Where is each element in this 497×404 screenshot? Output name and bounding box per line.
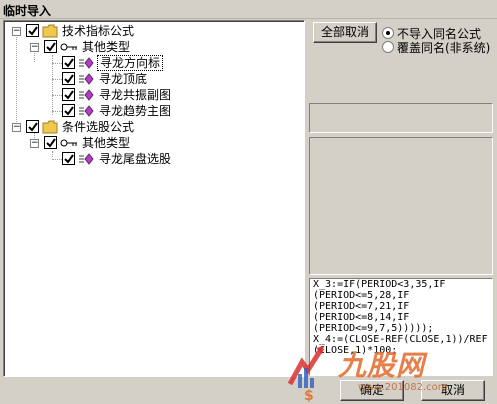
- check-icon: [28, 26, 38, 36]
- formula-icon: [79, 73, 94, 85]
- deselect-all-button[interactable]: 全部取消: [313, 22, 377, 43]
- collapse-icon[interactable]: −: [30, 139, 39, 148]
- tree-node-label: 寻龙共振副图: [99, 88, 172, 102]
- tree-node-formula[interactable]: 寻龙共振副图: [4, 87, 304, 104]
- formula-icon: [79, 153, 94, 165]
- tree-node-label: 寻龙趋势主图: [99, 104, 172, 118]
- key-icon: [60, 139, 77, 147]
- formula-icon: [79, 105, 94, 117]
- folder-icon: [42, 24, 58, 38]
- checkbox[interactable]: [62, 104, 75, 117]
- title-bar: 临时导入: [0, 0, 497, 19]
- tree-node-condition-formulas[interactable]: − 条件选股公式: [4, 119, 304, 136]
- tree-node-label: 寻龙方向标: [97, 55, 164, 71]
- checkbox[interactable]: [26, 24, 39, 37]
- check-icon: [46, 138, 56, 148]
- code-line: (PERIOD<=5,28,IF: [313, 290, 410, 301]
- collapse-icon[interactable]: −: [12, 123, 21, 132]
- check-icon: [64, 58, 74, 68]
- code-line: (PERIOD<=9,7,5)))));: [313, 323, 434, 334]
- tree-node-label: 其他类型: [82, 136, 131, 150]
- checkbox[interactable]: [26, 120, 39, 133]
- formula-tree[interactable]: − 技术指标公式 − 其他类型 寻龙方向标 寻龙顶底 寻龙共振副图 寻龙趋势主图…: [3, 20, 305, 377]
- check-icon: [46, 42, 56, 52]
- collapse-icon[interactable]: −: [30, 43, 39, 52]
- svg-text:$: $: [304, 388, 314, 402]
- tree-node-tech-formulas[interactable]: − 技术指标公式: [4, 23, 304, 40]
- checkbox[interactable]: [62, 88, 75, 101]
- tree-node-formula[interactable]: 寻龙趋势主图: [4, 103, 304, 120]
- folder-icon: [42, 120, 58, 134]
- check-icon: [64, 106, 74, 116]
- cancel-button[interactable]: 取消: [421, 380, 485, 401]
- checkbox[interactable]: [62, 72, 75, 85]
- checkbox[interactable]: [62, 56, 75, 69]
- checkbox[interactable]: [44, 40, 57, 53]
- check-icon: [28, 122, 38, 132]
- radio-no-import-same[interactable]: [382, 27, 394, 39]
- code-line: (PERIOD<=8,14,IF: [313, 312, 410, 323]
- tree-node-label: 寻龙顶底: [99, 72, 148, 86]
- tree-node-formula[interactable]: 寻龙尾盘选股: [4, 151, 304, 168]
- radio-overwrite-same[interactable]: [382, 41, 394, 53]
- check-icon: [64, 154, 74, 164]
- info-panel: [309, 103, 493, 133]
- code-line: X_3:=IF(PERIOD<3,35,IF: [313, 279, 446, 290]
- formula-icon: [79, 57, 94, 69]
- checkbox[interactable]: [62, 152, 75, 165]
- code-line: (CLOSE,1)*100;: [313, 345, 398, 356]
- check-icon: [64, 90, 74, 100]
- collapse-icon[interactable]: −: [12, 27, 21, 36]
- tree-node-other-types[interactable]: − 其他类型: [4, 135, 304, 152]
- checkbox[interactable]: [44, 136, 57, 149]
- tree-node-label: 其他类型: [82, 40, 131, 54]
- tree-node-other-types[interactable]: − 其他类型: [4, 39, 304, 56]
- tree-node-label: 条件选股公式: [62, 120, 135, 134]
- radio-label-overwrite-same: 覆盖同名(非系统): [397, 41, 491, 55]
- tree-node-label: 寻龙尾盘选股: [99, 152, 172, 166]
- tree-node-label: 技术指标公式: [62, 24, 135, 38]
- description-panel: [309, 137, 493, 275]
- code-line: X_4:=(CLOSE-REF(CLOSE,1))/REF: [313, 334, 488, 345]
- tree-node-formula[interactable]: 寻龙顶底: [4, 71, 304, 88]
- code-line: (PERIOD<=7,21,IF: [313, 301, 410, 312]
- ok-button[interactable]: 确定: [340, 380, 404, 401]
- formula-icon: [79, 89, 94, 101]
- key-icon: [60, 43, 77, 51]
- tree-node-formula[interactable]: 寻龙方向标: [4, 55, 304, 72]
- formula-code-preview: X_3:=IF(PERIOD<3,35,IF (PERIOD<=5,28,IF …: [309, 278, 493, 376]
- check-icon: [64, 74, 74, 84]
- window-title: 临时导入: [3, 4, 52, 18]
